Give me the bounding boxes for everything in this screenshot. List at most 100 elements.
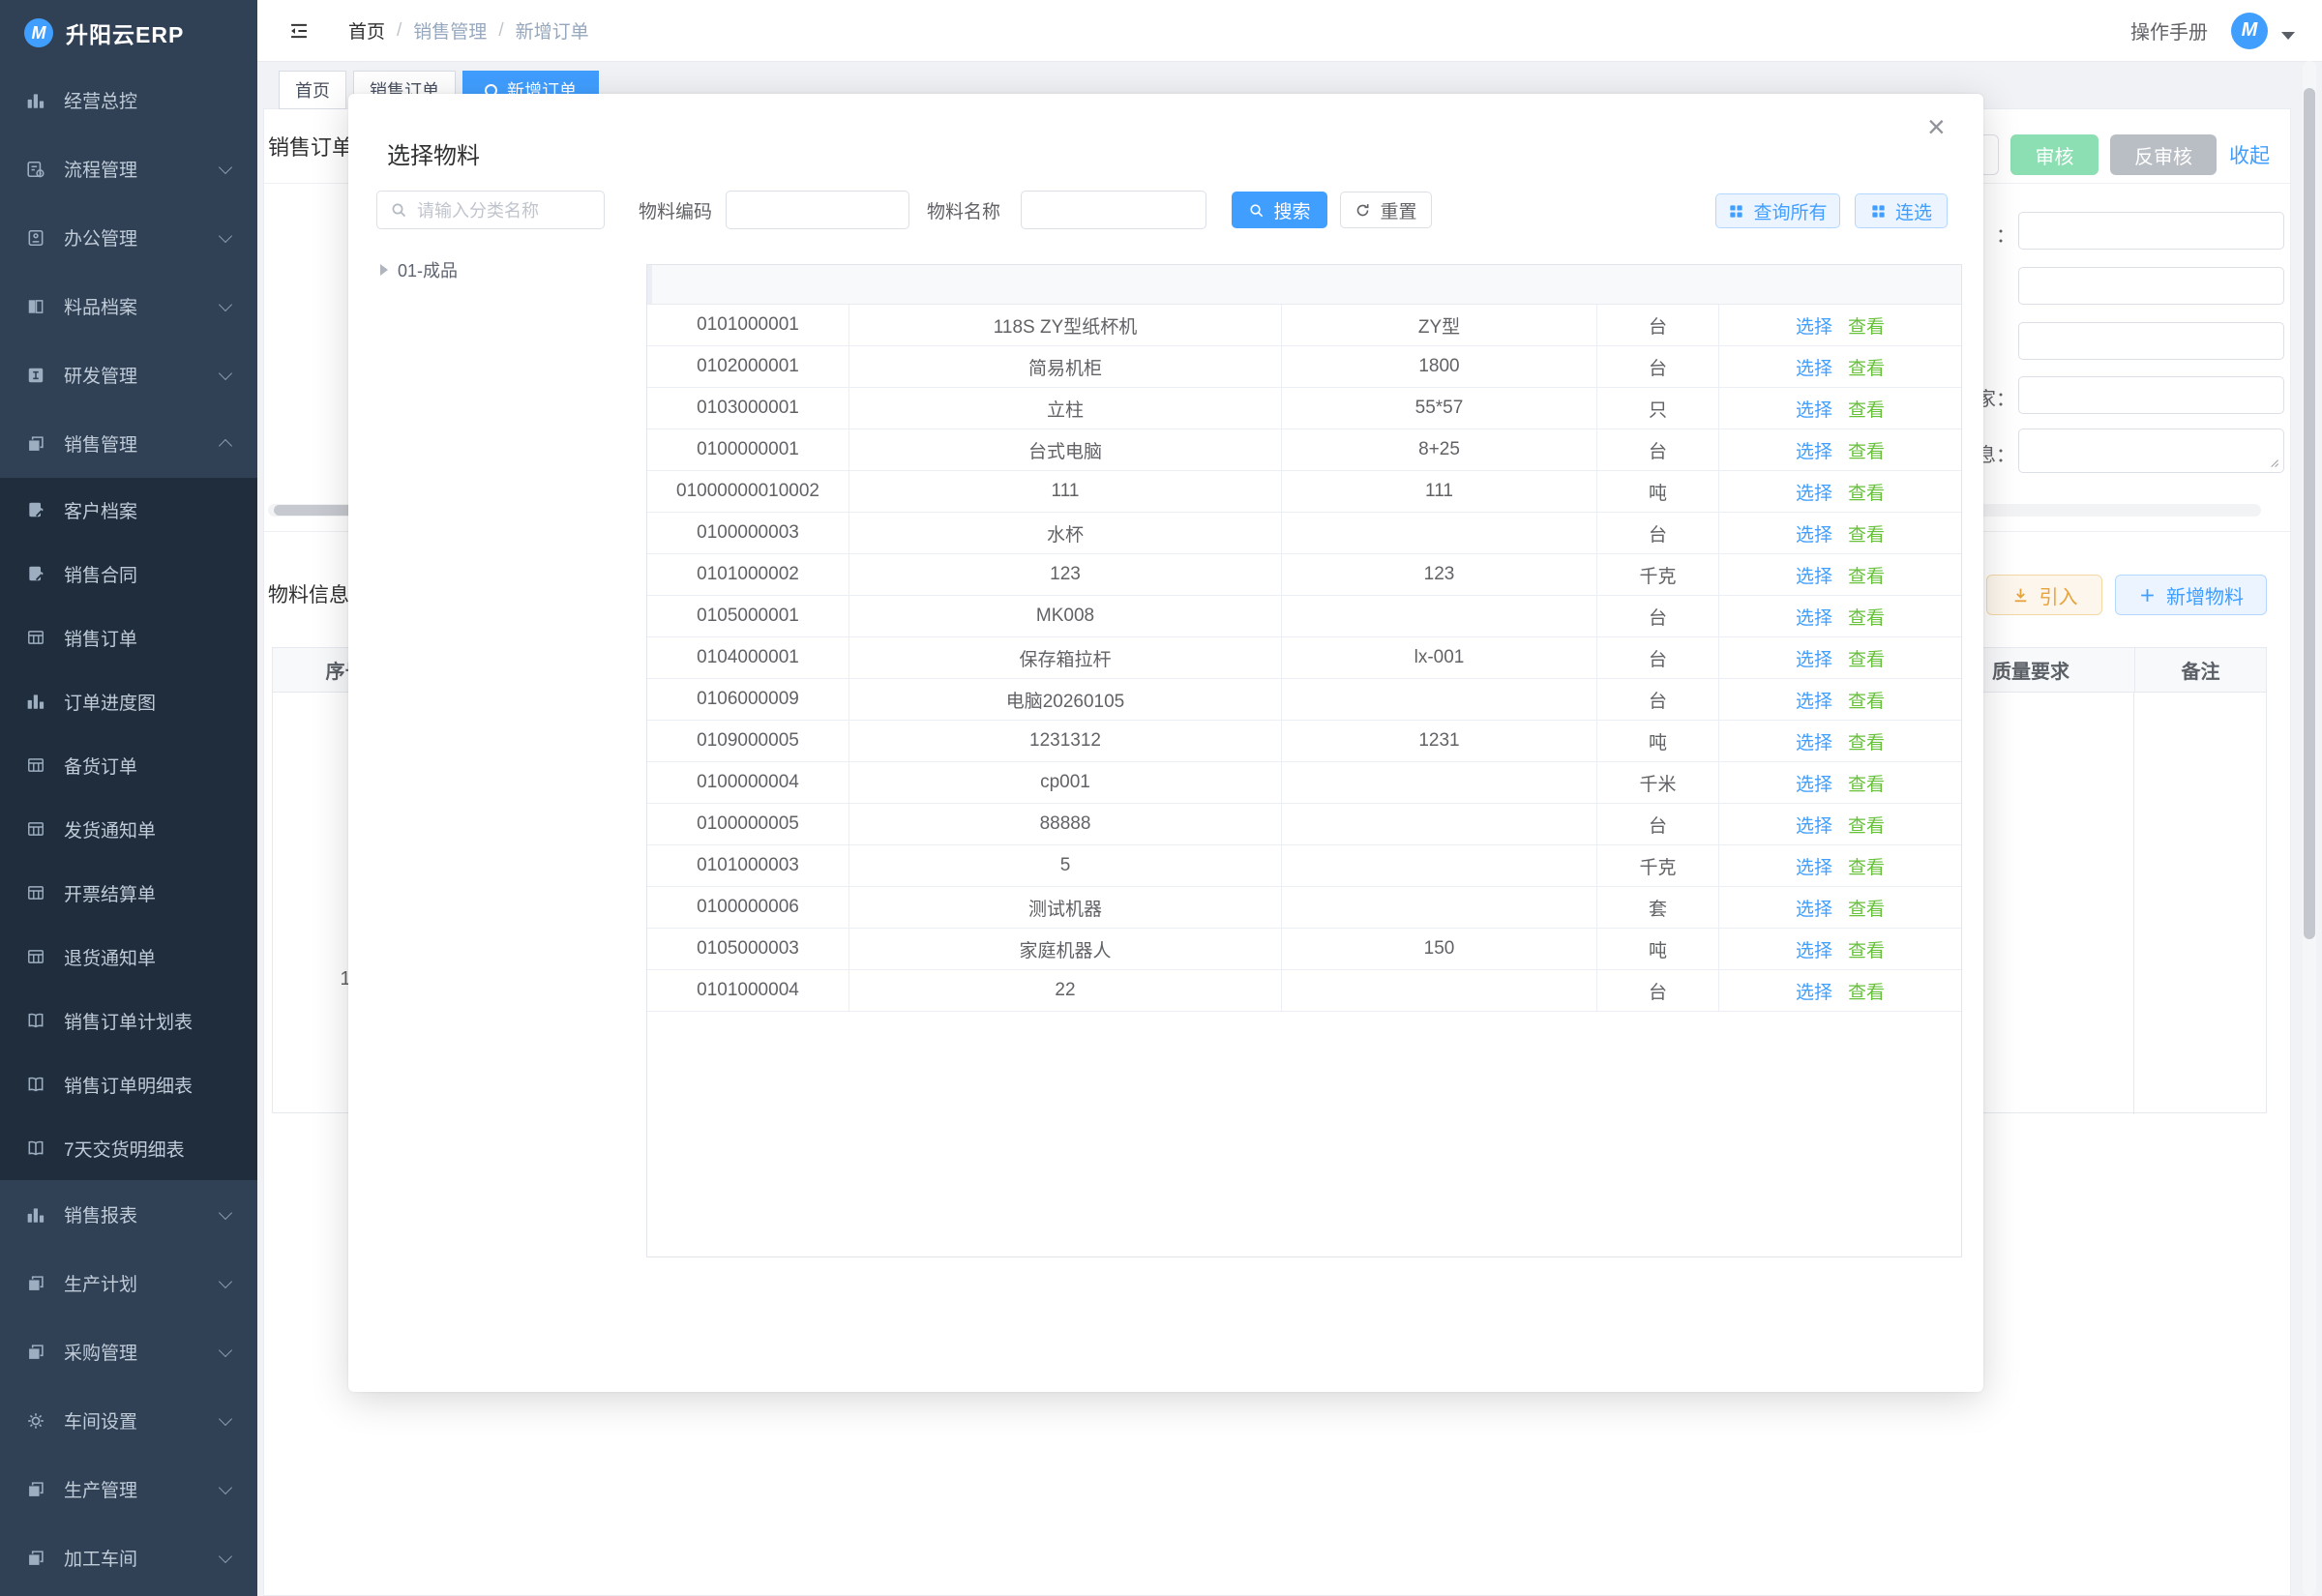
- sidebar-item-label: 退货通知单: [64, 944, 156, 970]
- select-link[interactable]: 选择: [1796, 396, 1832, 422]
- import-button[interactable]: 引入: [1986, 575, 2102, 615]
- avatar[interactable]: M: [2231, 13, 2268, 49]
- collapse-sidebar-icon[interactable]: [288, 20, 310, 42]
- search-button[interactable]: 搜索: [1232, 192, 1327, 228]
- cell-ops: 选择 查看: [1719, 346, 1961, 387]
- select-link[interactable]: 选择: [1796, 354, 1832, 380]
- view-link[interactable]: 查看: [1848, 520, 1885, 547]
- cell-name: 电脑20260105: [849, 679, 1282, 720]
- view-link[interactable]: 查看: [1848, 978, 1885, 1004]
- sidebar-item[interactable]: 销售订单: [0, 606, 257, 669]
- sidebar-item[interactable]: 销售订单明细表: [0, 1052, 257, 1116]
- sidebar-item-label: 办公管理: [64, 224, 137, 251]
- close-icon[interactable]: ×: [1927, 111, 1946, 142]
- sidebar-item[interactable]: 流程管理: [0, 134, 257, 203]
- select-link[interactable]: 选择: [1796, 312, 1832, 339]
- cell-unit: 只: [1597, 388, 1719, 429]
- form-input[interactable]: [2018, 322, 2284, 360]
- unaudit-button[interactable]: 反审核: [2110, 134, 2217, 175]
- view-link[interactable]: 查看: [1848, 936, 1885, 962]
- remark-textarea[interactable]: [2018, 429, 2284, 473]
- copy-icon: [26, 1549, 45, 1568]
- manual-link[interactable]: 操作手册: [2130, 16, 2208, 44]
- select-link[interactable]: 选择: [1796, 437, 1832, 463]
- cell-unit: 吨: [1597, 929, 1719, 969]
- sidebar-item[interactable]: 生产管理: [0, 1455, 257, 1523]
- resize-grip-icon[interactable]: [2267, 456, 2280, 469]
- category-search-input[interactable]: 请输入分类名称: [376, 191, 605, 229]
- select-link[interactable]: 选择: [1796, 936, 1832, 962]
- view-link[interactable]: 查看: [1848, 396, 1885, 422]
- sidebar-item[interactable]: 办公管理: [0, 203, 257, 272]
- sidebar-item[interactable]: 开票结算单: [0, 861, 257, 925]
- sidebar-item[interactable]: 退货通知单: [0, 925, 257, 989]
- select-link[interactable]: 选择: [1796, 687, 1832, 713]
- select-link[interactable]: 选择: [1796, 562, 1832, 588]
- breadcrumb-sales[interactable]: 销售管理: [413, 17, 487, 44]
- view-link[interactable]: 查看: [1848, 562, 1885, 588]
- sidebar-item[interactable]: 生产计划: [0, 1249, 257, 1317]
- sidebar-item[interactable]: 7天交货明细表: [0, 1116, 257, 1180]
- view-link[interactable]: 查看: [1848, 687, 1885, 713]
- view-link[interactable]: 查看: [1848, 479, 1885, 505]
- view-link[interactable]: 查看: [1848, 437, 1885, 463]
- view-link[interactable]: 查看: [1848, 770, 1885, 796]
- select-link[interactable]: 选择: [1796, 895, 1832, 921]
- select-link[interactable]: 选择: [1796, 645, 1832, 671]
- sidebar-item[interactable]: 订单进度图: [0, 669, 257, 733]
- form-input[interactable]: [2018, 376, 2284, 414]
- view-link[interactable]: 查看: [1848, 853, 1885, 879]
- select-link[interactable]: 选择: [1796, 853, 1832, 879]
- sidebar-item[interactable]: 销售报表: [0, 1180, 257, 1249]
- grid-icon: [1870, 203, 1887, 220]
- tree-expand-icon[interactable]: [380, 264, 388, 276]
- caret-down-icon[interactable]: [2281, 32, 2295, 40]
- sidebar-item[interactable]: 销售订单计划表: [0, 989, 257, 1052]
- select-link[interactable]: 选择: [1796, 604, 1832, 630]
- select-link[interactable]: 选择: [1796, 770, 1832, 796]
- view-link[interactable]: 查看: [1848, 895, 1885, 921]
- select-link[interactable]: 选择: [1796, 728, 1832, 754]
- vertical-scrollbar-thumb[interactable]: [2304, 88, 2315, 939]
- sidebar-item[interactable]: 发货通知单: [0, 797, 257, 861]
- sidebar-item-label: 发货通知单: [64, 816, 156, 842]
- view-link[interactable]: 查看: [1848, 812, 1885, 838]
- form-input[interactable]: [2018, 212, 2284, 250]
- sidebar-item[interactable]: 采购管理: [0, 1317, 257, 1386]
- select-link[interactable]: 选择: [1796, 479, 1832, 505]
- category-tree-node[interactable]: 01-成品: [380, 257, 458, 282]
- vertical-scrollbar[interactable]: [2303, 61, 2316, 1596]
- sidebar-item[interactable]: 经营总控: [0, 66, 257, 134]
- select-link[interactable]: 选择: [1796, 978, 1832, 1004]
- sidebar-item[interactable]: 备货订单: [0, 733, 257, 797]
- cell-code: 0101000003: [647, 845, 849, 886]
- form-input[interactable]: [2018, 267, 2284, 305]
- sidebar-item[interactable]: 销售管理: [0, 409, 257, 478]
- page-tab[interactable]: 首页: [279, 71, 346, 109]
- view-link[interactable]: 查看: [1848, 645, 1885, 671]
- view-link[interactable]: 查看: [1848, 728, 1885, 754]
- collapse-form-link[interactable]: 收起: [2229, 140, 2270, 169]
- reset-button[interactable]: 重置: [1340, 192, 1432, 228]
- view-link[interactable]: 查看: [1848, 604, 1885, 630]
- breadcrumb-home[interactable]: 首页: [348, 17, 385, 44]
- cell-spec: [1282, 596, 1597, 636]
- sidebar-item[interactable]: 加工车间: [0, 1523, 257, 1592]
- multi-select-button[interactable]: 连选: [1855, 193, 1948, 228]
- sidebar-item[interactable]: 客户档案: [0, 478, 257, 542]
- import-label: 引入: [2039, 581, 2078, 609]
- view-link[interactable]: 查看: [1848, 354, 1885, 380]
- select-link[interactable]: 选择: [1796, 520, 1832, 547]
- sidebar-item[interactable]: 销售合同: [0, 542, 257, 606]
- query-all-button[interactable]: 查询所有: [1715, 193, 1840, 228]
- view-link[interactable]: 查看: [1848, 312, 1885, 339]
- sidebar-item[interactable]: 料品档案: [0, 272, 257, 340]
- select-link[interactable]: 选择: [1796, 812, 1832, 838]
- add-material-button[interactable]: 新增物料: [2115, 575, 2267, 615]
- audit-button[interactable]: 审核: [2010, 134, 2099, 175]
- material-name-input[interactable]: [1021, 191, 1206, 229]
- sidebar-item[interactable]: 研发管理: [0, 340, 257, 409]
- chevron-down-icon: [219, 228, 232, 242]
- material-code-input[interactable]: [726, 191, 909, 229]
- sidebar-item[interactable]: 车间设置: [0, 1386, 257, 1455]
